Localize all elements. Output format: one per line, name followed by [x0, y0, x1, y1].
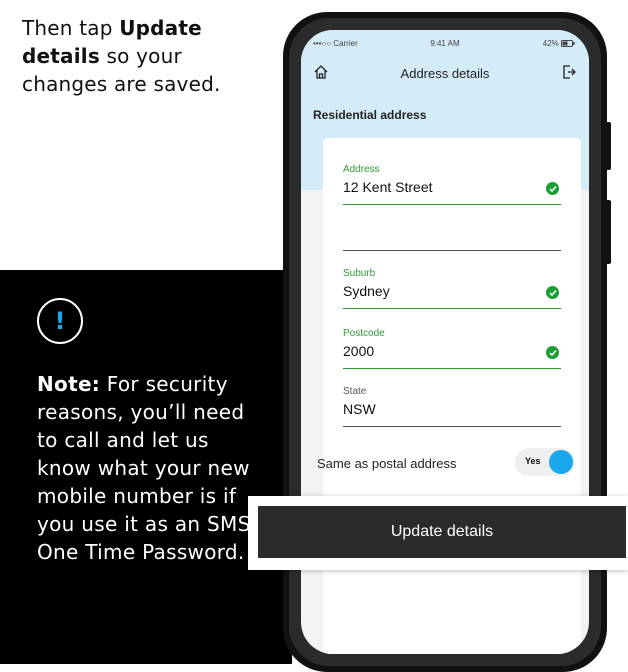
nav-bar: Address details — [301, 62, 589, 88]
toggle-knob — [549, 450, 573, 474]
check-icon — [546, 346, 559, 359]
state-underline — [343, 426, 561, 427]
postal-address-toggle-row: Same as postal address Yes — [317, 448, 575, 478]
postcode-field[interactable]: Postcode 2000 — [343, 328, 561, 369]
suburb-underline — [343, 308, 561, 309]
address-form-card: Address 12 Kent Street Suburb Sydney Pos… — [323, 138, 581, 654]
battery-indicator: 42% — [543, 39, 575, 48]
update-button-highlight: Update details — [248, 496, 628, 570]
address-line2-field[interactable] — [343, 218, 561, 251]
toggle-label: Same as postal address — [317, 456, 457, 471]
postcode-underline — [343, 368, 561, 369]
postal-address-toggle[interactable]: Yes — [515, 448, 575, 476]
section-title: Residential address — [313, 108, 427, 122]
address-label: Address — [343, 164, 380, 175]
state-field[interactable]: State NSW — [343, 386, 561, 427]
exclamation-glyph: ! — [54, 307, 66, 335]
volume-button — [606, 122, 611, 170]
suburb-field[interactable]: Suburb Sydney — [343, 268, 561, 309]
suburb-label: Suburb — [343, 268, 376, 279]
check-icon — [546, 286, 559, 299]
logout-icon[interactable] — [561, 64, 577, 85]
note-heading: Note: — [37, 372, 101, 396]
toggle-value: Yes — [525, 456, 541, 466]
instruction-prefix: Then tap — [22, 16, 120, 40]
note-text: Note: For security reasons, you’ll need … — [37, 370, 269, 566]
check-icon — [546, 182, 559, 195]
address-line2-underline — [343, 250, 561, 251]
address-field[interactable]: Address 12 Kent Street — [343, 164, 561, 205]
exclamation-icon: ! — [37, 298, 83, 344]
battery-icon — [561, 40, 575, 48]
update-details-button[interactable]: Update details — [258, 506, 626, 558]
phone-frame: •••○○ Carrier 9:41 AM 42% Address detail… — [283, 12, 611, 672]
postcode-value[interactable]: 2000 — [343, 343, 561, 359]
power-button — [606, 200, 611, 264]
address-value[interactable]: 12 Kent Street — [343, 179, 561, 195]
address-underline — [343, 204, 561, 205]
status-bar: •••○○ Carrier 9:41 AM 42% — [301, 38, 589, 52]
postcode-label: Postcode — [343, 328, 385, 339]
page-title: Address details — [400, 66, 490, 81]
state-value[interactable]: NSW — [343, 401, 561, 417]
note-panel: ! Note: For security reasons, you’ll nee… — [0, 270, 292, 664]
note-body: For security reasons, you’ll need to cal… — [37, 372, 251, 564]
suburb-value[interactable]: Sydney — [343, 283, 561, 299]
state-label: State — [343, 386, 367, 397]
battery-percent: 42% — [542, 39, 559, 48]
instruction-text: Then tap Update details so your changes … — [22, 14, 262, 98]
